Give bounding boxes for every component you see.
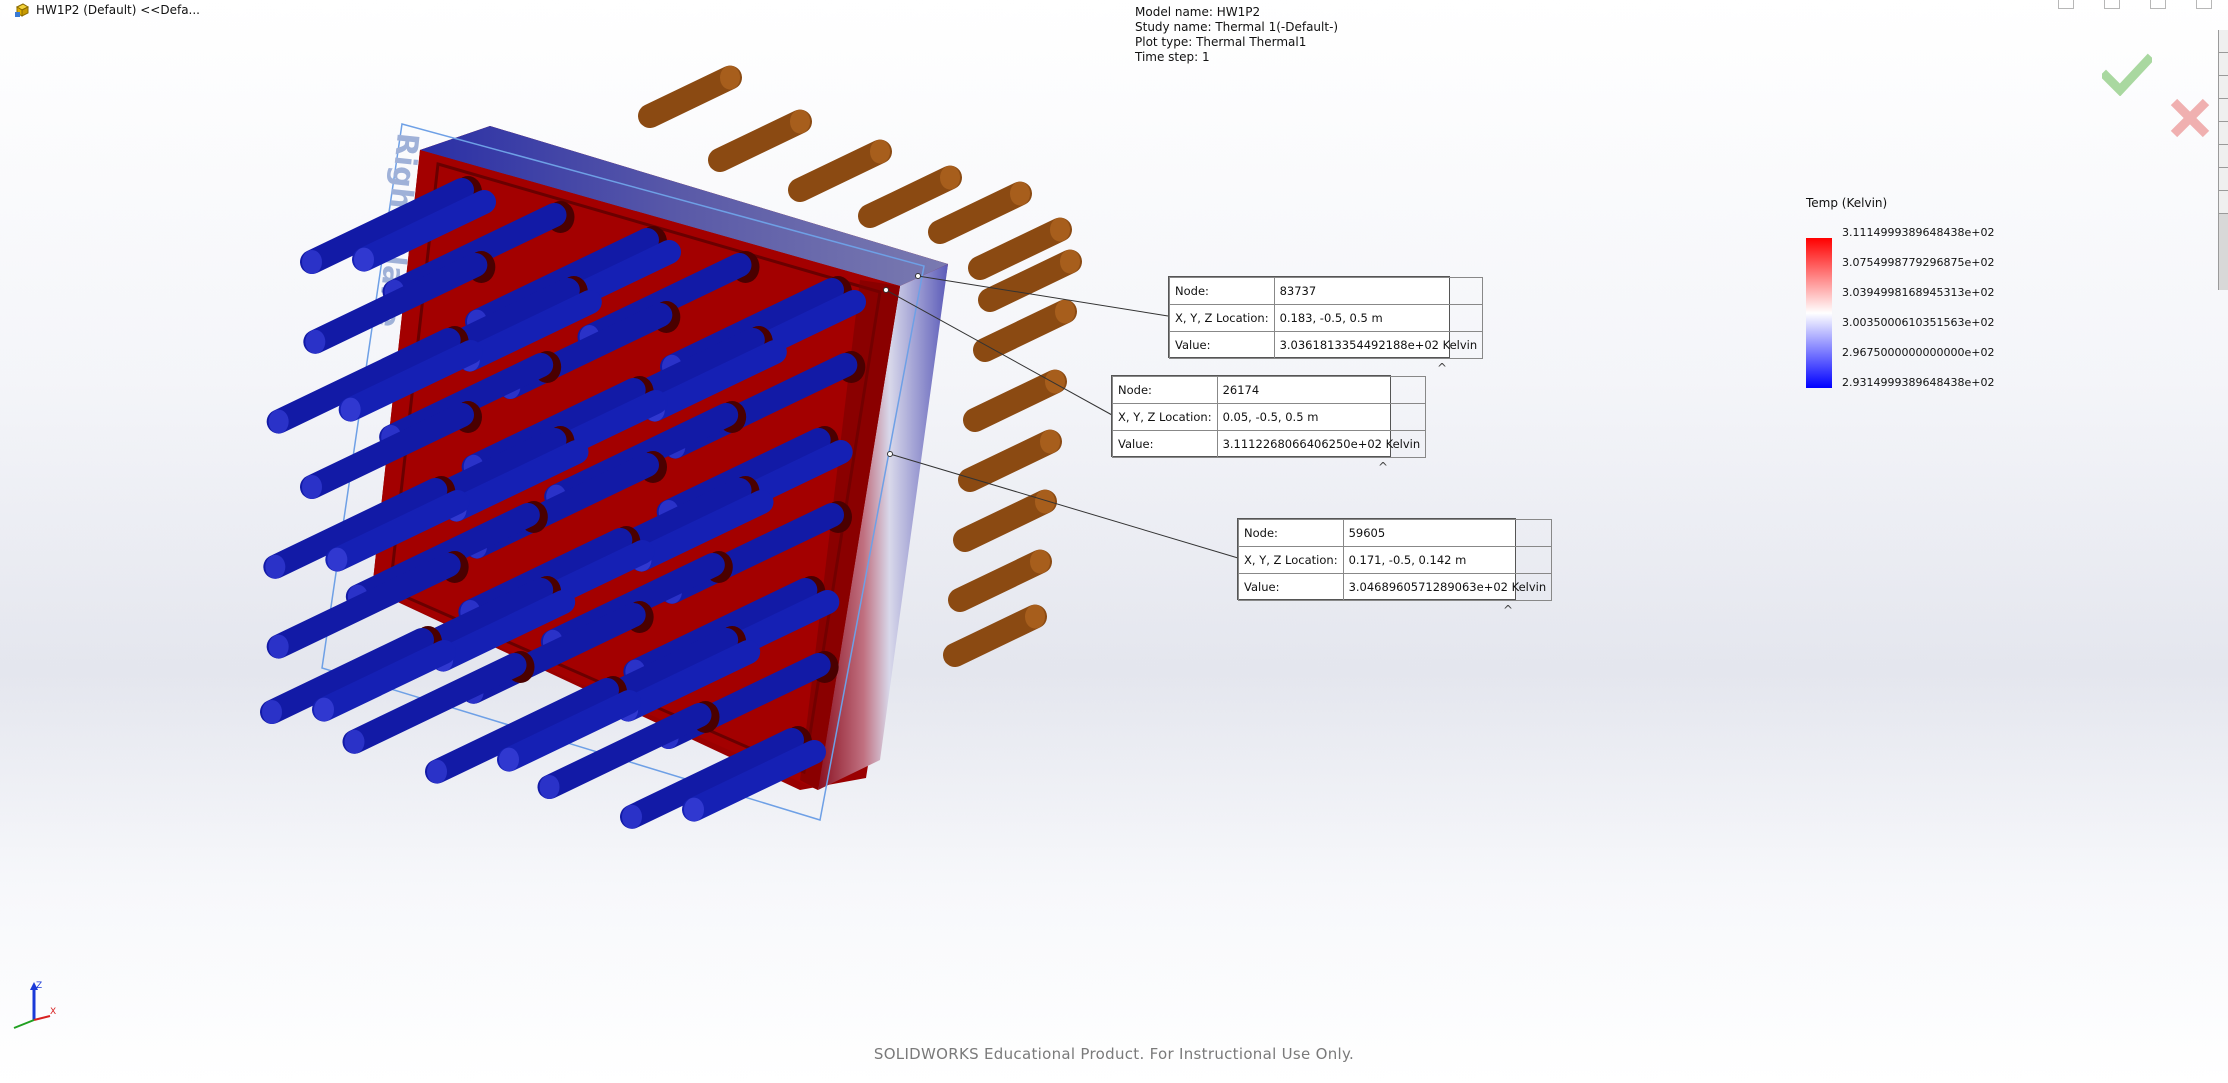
educational-watermark: SOLIDWORKS Educational Product. For Inst… bbox=[873, 1045, 1355, 1063]
window-controls bbox=[2058, 0, 2228, 9]
legend-tick: 3.0394998168945313e+02 bbox=[1842, 286, 1995, 299]
collapse-caret-icon[interactable]: ^ bbox=[1378, 460, 1388, 474]
model-info: Model name: HW1P2 Study name: Thermal 1(… bbox=[1135, 5, 1338, 65]
study-name: Study name: Thermal 1(-Default-) bbox=[1135, 20, 1339, 34]
probe-node-value: 26174 bbox=[1216, 376, 1427, 404]
probe-location-value: 0.171, -0.5, 0.142 m bbox=[1342, 546, 1553, 574]
triad-icon[interactable]: Z X bbox=[4, 976, 64, 1036]
window-control-3[interactable] bbox=[2150, 0, 2166, 9]
task-pane-tab[interactable] bbox=[2219, 122, 2228, 145]
task-pane-tab[interactable] bbox=[2219, 145, 2228, 168]
window-control-4[interactable] bbox=[2196, 0, 2212, 9]
task-pane-tabs bbox=[2218, 30, 2228, 290]
task-pane-tab[interactable] bbox=[2219, 168, 2228, 191]
probe-value-label: Value: bbox=[1169, 331, 1275, 359]
task-pane-tab[interactable] bbox=[2219, 191, 2228, 214]
window-control-2[interactable] bbox=[2104, 0, 2120, 9]
triad-z-label: Z bbox=[36, 981, 42, 991]
probe-temperature-value: 3.1112268066406250e+02 Kelvin bbox=[1216, 430, 1427, 458]
pin-fin bbox=[958, 429, 1062, 492]
accept-check-icon[interactable] bbox=[2102, 52, 2152, 96]
probe-node-value: 83737 bbox=[1273, 277, 1484, 305]
graphics-area[interactable]: Right Plane HW1P2 (Default) <<Defa... Mo… bbox=[0, 0, 2228, 1083]
legend-tick: 3.0754998779296875e+02 bbox=[1842, 256, 1995, 269]
probe-location-value: 0.05, -0.5, 0.5 m bbox=[1216, 403, 1427, 431]
probe-location-label: X, Y, Z Location: bbox=[1169, 304, 1275, 332]
probe-node-label: Node: bbox=[1112, 376, 1218, 404]
pin-fin bbox=[963, 369, 1067, 432]
probe-callout[interactable]: Node: 26174 X, Y, Z Location: 0.05, -0.5, … bbox=[1111, 375, 1427, 474]
collapse-caret-icon[interactable]: ^ bbox=[1437, 361, 1447, 375]
legend-tick-min: 2.9314999389648438e+02 bbox=[1842, 376, 1995, 389]
task-pane-tab[interactable] bbox=[2219, 53, 2228, 76]
legend-color-bar bbox=[1806, 238, 1832, 388]
task-pane-tab[interactable] bbox=[2219, 99, 2228, 122]
probe-node-label: Node: bbox=[1238, 519, 1344, 547]
pin-fin bbox=[708, 109, 812, 172]
legend-title: Temp (Kelvin) bbox=[1806, 196, 1888, 210]
probe-value-label: Value: bbox=[1112, 430, 1218, 458]
probe-node-value: 59605 bbox=[1342, 519, 1553, 547]
plot-type: Plot type: Thermal Thermal1 bbox=[1135, 35, 1307, 49]
collapse-caret-icon[interactable]: ^ bbox=[1503, 603, 1513, 617]
document-title[interactable]: HW1P2 (Default) <<Defa... bbox=[14, 2, 200, 18]
task-pane-tab[interactable] bbox=[2219, 30, 2228, 53]
time-step: Time step: 1 bbox=[1135, 50, 1210, 64]
model-name: Model name: HW1P2 bbox=[1135, 5, 1261, 19]
pin-fin bbox=[638, 65, 742, 128]
pin-fin bbox=[953, 489, 1057, 552]
legend-tick: 3.0035000610351563e+02 bbox=[1842, 316, 1995, 329]
triad-x-label: X bbox=[50, 1007, 56, 1017]
cancel-x-icon[interactable] bbox=[2168, 96, 2212, 140]
probe-location-label: X, Y, Z Location: bbox=[1112, 403, 1218, 431]
part-document-icon bbox=[15, 3, 30, 17]
probe-callout[interactable]: Node: 59605 X, Y, Z Location: 0.171, -0.5,… bbox=[1237, 518, 1553, 617]
legend-tick: 2.9675000000000000e+02 bbox=[1842, 346, 1995, 359]
window-control-1[interactable] bbox=[2058, 0, 2074, 9]
pin-fin bbox=[948, 549, 1052, 612]
probe-location-label: X, Y, Z Location: bbox=[1238, 546, 1344, 574]
task-pane-tab[interactable] bbox=[2219, 76, 2228, 99]
pin-fin bbox=[943, 604, 1047, 667]
probe-temperature-value: 3.0361813354492188e+02 Kelvin bbox=[1273, 331, 1484, 359]
probe-node-label: Node: bbox=[1169, 277, 1275, 305]
pin-fin bbox=[858, 165, 962, 228]
document-title-text: HW1P2 (Default) <<Defa... bbox=[36, 3, 200, 17]
probe-temperature-value: 3.0468960571289063e+02 Kelvin bbox=[1342, 573, 1553, 601]
probe-callout[interactable]: Node: 83737 X, Y, Z Location: 0.183, -0.5,… bbox=[1168, 276, 1484, 375]
pin-fin bbox=[788, 139, 892, 202]
probe-value-label: Value: bbox=[1238, 573, 1344, 601]
legend-tick-max: 3.1114999389648438e+02 bbox=[1842, 226, 1995, 239]
model-view[interactable]: Right Plane bbox=[0, 0, 2228, 1083]
temperature-legend[interactable]: Temp (Kelvin) 3.1114999389648438e+02 3.0… bbox=[1804, 196, 2044, 396]
probe-location-value: 0.183, -0.5, 0.5 m bbox=[1273, 304, 1484, 332]
